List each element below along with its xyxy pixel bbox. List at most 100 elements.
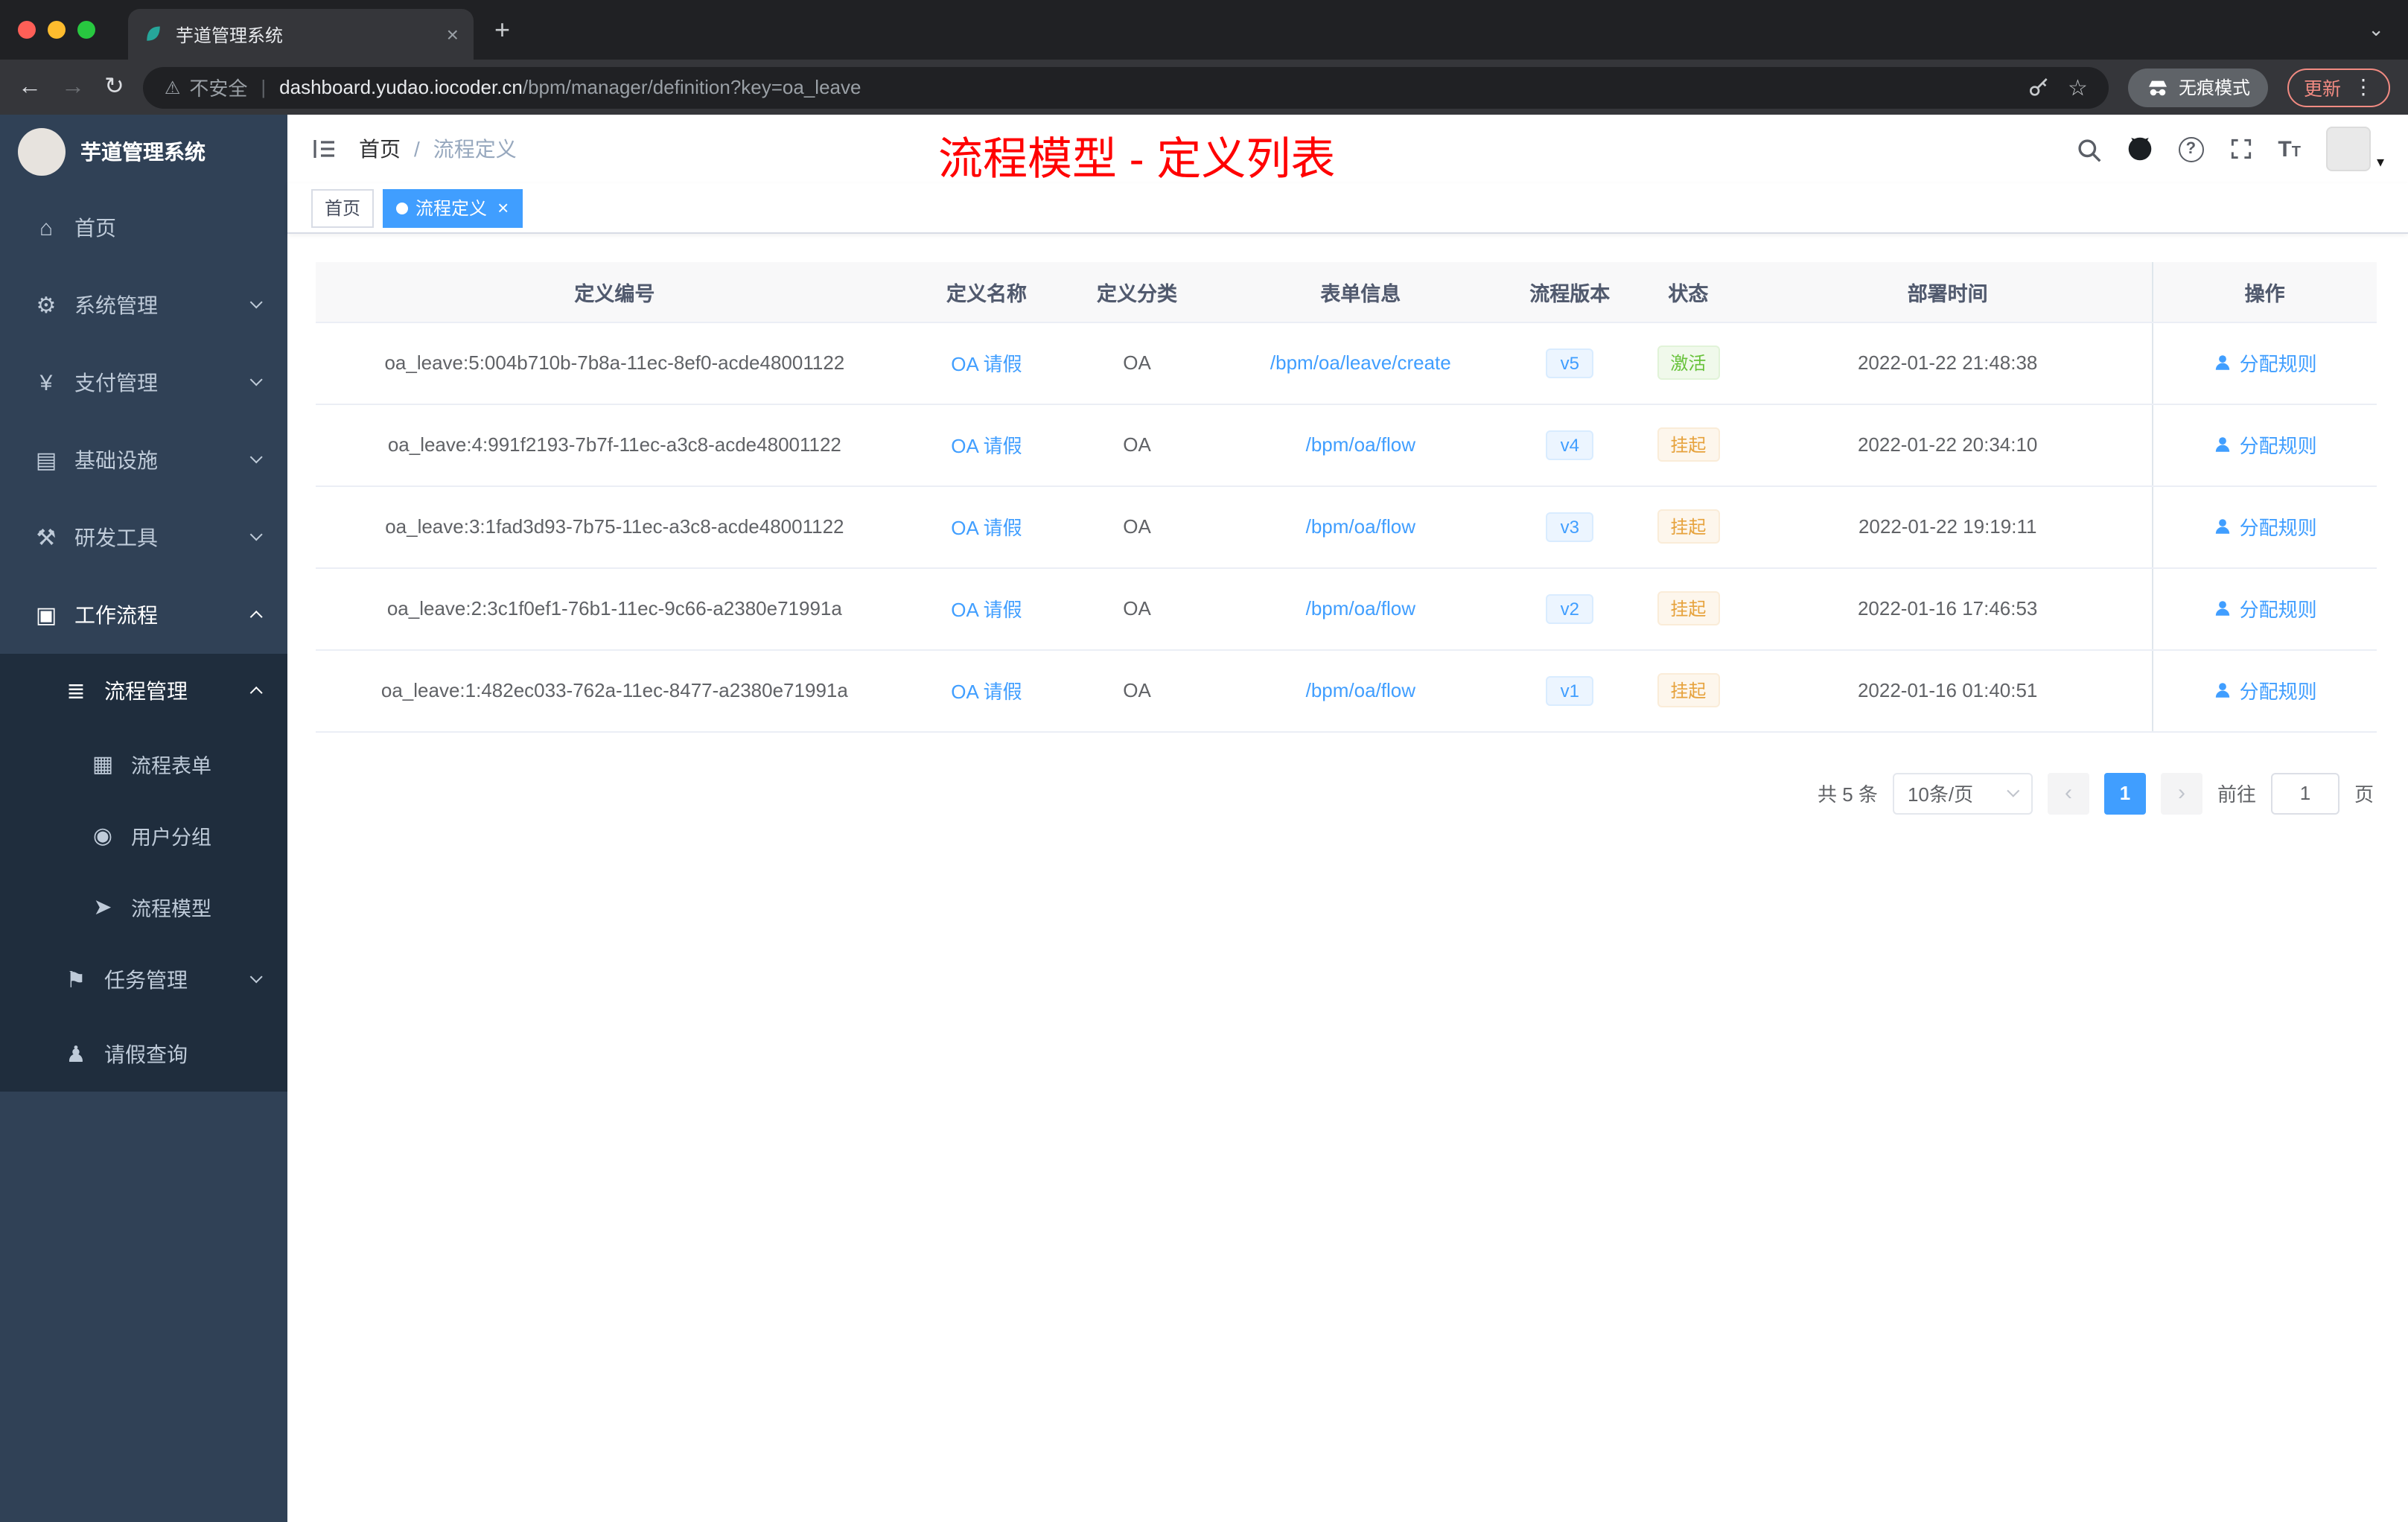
browser-tab[interactable]: 芋道管理系统 ×: [128, 9, 474, 60]
assign-rule-link[interactable]: 分配规则: [2213, 348, 2317, 377]
table-row: oa_leave:3:1fad3d93-7b75-11ec-a3c8-acde4…: [316, 485, 2377, 568]
user-icon: [2215, 519, 2229, 534]
cell-deploy-time: 2022-01-16 01:40:51: [1744, 649, 2153, 732]
sidebar-item-gear[interactable]: ⚙ 系统管理: [0, 267, 287, 344]
definition-name-link[interactable]: OA 请假: [951, 353, 1022, 375]
tab-search-chevron-icon[interactable]: ⌄: [2368, 18, 2408, 42]
goto-page-input[interactable]: [2270, 772, 2339, 814]
close-window-button[interactable]: [18, 21, 36, 39]
minimize-window-button[interactable]: [48, 21, 66, 39]
sidebar-item-infrastructure[interactable]: ▤ 基础设施: [0, 421, 287, 499]
url-path: /bpm/manager/definition?key=oa_leave: [522, 76, 861, 98]
sidebar-item-task-manage[interactable]: ⚑ 任务管理: [0, 943, 287, 1017]
url-text: dashboard.yudao.iocoder.cn/bpm/manager/d…: [279, 76, 861, 98]
tab-close-icon[interactable]: ×: [447, 22, 459, 46]
sidebar-logo[interactable]: 芋道管理系统: [0, 115, 287, 189]
page-number-button[interactable]: 1: [2103, 772, 2146, 814]
incognito-badge: 无痕模式: [2127, 68, 2268, 106]
refresh-button[interactable]: ↻: [104, 74, 124, 99]
sidebar-item-workflow[interactable]: ▣ 工作流程: [0, 576, 287, 654]
update-label: 更新: [2303, 79, 2341, 100]
definition-name-link[interactable]: OA 请假: [951, 599, 1022, 621]
breadcrumb-current: 流程定义: [433, 137, 517, 161]
assign-rule-link[interactable]: 分配规则: [2213, 512, 2317, 541]
col-form-info: 表单信息: [1214, 262, 1507, 322]
user-icon: [2215, 355, 2229, 370]
assign-rule-link[interactable]: 分配规则: [2213, 430, 2317, 459]
form-info-link[interactable]: /bpm/oa/flow: [1306, 433, 1415, 456]
table-header-row: 定义编号 定义名称 定义分类 表单信息 流程版本 状态 部署时间 操作: [316, 262, 2377, 322]
cell-category: OA: [1060, 567, 1214, 650]
form-info-link[interactable]: /bpm/oa/flow: [1306, 515, 1415, 538]
close-icon[interactable]: ×: [497, 197, 509, 219]
forward-button[interactable]: →: [61, 74, 85, 99]
form-info-link[interactable]: /bpm/oa/flow: [1306, 597, 1415, 620]
key-icon[interactable]: [2026, 75, 2050, 99]
assign-rule-link[interactable]: 分配规则: [2213, 594, 2317, 623]
browser-menu-icon[interactable]: ⋮: [2353, 74, 2374, 100]
prev-page-button[interactable]: ‹: [2047, 772, 2089, 814]
url-domain: dashboard.yudao.iocoder.cn: [279, 76, 523, 98]
chevron-down-icon: [249, 451, 263, 465]
incognito-icon: [2148, 80, 2167, 95]
col-actions: 操作: [2151, 262, 2377, 322]
help-icon[interactable]: ?: [2178, 136, 2204, 162]
sidebar-item-label: 请假查询: [104, 1042, 188, 1066]
cell-definition-id: oa_leave:2:3c1f0ef1-76b1-11ec-9c66-a2380…: [316, 567, 914, 650]
process-manage-icon: ≣: [66, 679, 86, 704]
sidebar-item-label: 基础设施: [74, 448, 158, 472]
next-page-button[interactable]: ›: [2160, 772, 2202, 814]
back-button[interactable]: ←: [18, 74, 42, 99]
form-info-link[interactable]: /bpm/oa/flow: [1306, 679, 1415, 701]
cell-definition-id: oa_leave:4:991f2193-7b7f-11ec-a3c8-acde4…: [316, 404, 914, 486]
cell-definition-id: oa_leave:5:004b710b-7b8a-11ec-8ef0-acde4…: [316, 322, 914, 404]
col-definition-id: 定义编号: [316, 262, 914, 322]
app-shell: 芋道管理系统 ⌂ 首页 ⚙ 系统管理 ¥ 支付管理 ▤ 基础设施 ⚒ 研发工具 ▣ 工作流程 ≣ 流程管理…: [0, 115, 2408, 1522]
search-icon[interactable]: [2075, 136, 2100, 162]
sidebar-item-process-model[interactable]: ➤ 流程模型: [0, 871, 287, 943]
goto-label: 前往: [2217, 783, 2256, 806]
form-info-link[interactable]: /bpm/oa/leave/create: [1270, 351, 1451, 374]
url-input[interactable]: ⚠ 不安全 | dashboard.yudao.iocoder.cn/bpm/m…: [143, 66, 2109, 108]
cell-category: OA: [1060, 485, 1214, 568]
pagination: 共 5 条 10条/页 ‹ 1 › 前往 页: [316, 772, 2377, 814]
sidebar-item-home[interactable]: ⌂ 首页: [0, 189, 287, 267]
sidebar-collapse-button[interactable]: [311, 136, 338, 162]
sidebar-item-leave-query[interactable]: ♟ 请假查询: [0, 1017, 287, 1092]
table-row: oa_leave:4:991f2193-7b7f-11ec-a3c8-acde4…: [316, 404, 2377, 486]
maximize-window-button[interactable]: [77, 21, 95, 39]
sidebar-item-process-form[interactable]: ▦ 流程表单: [0, 728, 287, 800]
definition-name-link[interactable]: OA 请假: [951, 435, 1022, 457]
version-badge: v1: [1545, 675, 1594, 705]
chevron-down-icon: [249, 529, 263, 542]
cell-deploy-time: 2022-01-22 21:48:38: [1744, 322, 2153, 404]
definition-name-link[interactable]: OA 请假: [951, 517, 1022, 539]
chrome-update-button[interactable]: 更新 ⋮: [2287, 68, 2390, 106]
github-icon[interactable]: [2126, 136, 2153, 162]
sidebar-item-label: 流程表单: [131, 755, 211, 777]
bookmark-star-icon[interactable]: ☆: [2068, 74, 2088, 101]
sidebar-item-user-group[interactable]: ◉ 用户分组: [0, 800, 287, 871]
page-size-select[interactable]: 10条/页: [1892, 772, 2033, 814]
chevron-down-icon: [249, 374, 263, 387]
view-tag[interactable]: 流程定义 ×: [383, 188, 523, 227]
sidebar-item-label: 流程模型: [131, 898, 211, 920]
view-tag[interactable]: 首页: [311, 188, 375, 227]
definition-name-link[interactable]: OA 请假: [951, 681, 1022, 703]
assign-rule-link[interactable]: 分配规则: [2213, 676, 2317, 704]
user-group-icon: ◉: [92, 824, 113, 849]
fullscreen-icon[interactable]: [2229, 137, 2252, 161]
security-label: 不安全: [189, 77, 248, 100]
sidebar-item-process-manage[interactable]: ≣ 流程管理: [0, 654, 287, 728]
breadcrumb-home[interactable]: 首页: [359, 134, 401, 164]
new-tab-button[interactable]: +: [474, 14, 531, 45]
font-size-icon[interactable]: TT: [2278, 136, 2301, 162]
status-badge: 挂起: [1657, 591, 1720, 625]
user-avatar[interactable]: ▾: [2325, 127, 2384, 171]
window-controls: [0, 21, 110, 39]
sidebar-item-devtools[interactable]: ⚒ 研发工具: [0, 499, 287, 576]
pagination-total: 共 5 条: [1818, 783, 1878, 806]
tab-strip: 芋道管理系统 × + ⌄: [0, 0, 2408, 60]
leave-query-icon: ♟: [66, 1042, 86, 1068]
sidebar-item-payment[interactable]: ¥ 支付管理: [0, 344, 287, 421]
